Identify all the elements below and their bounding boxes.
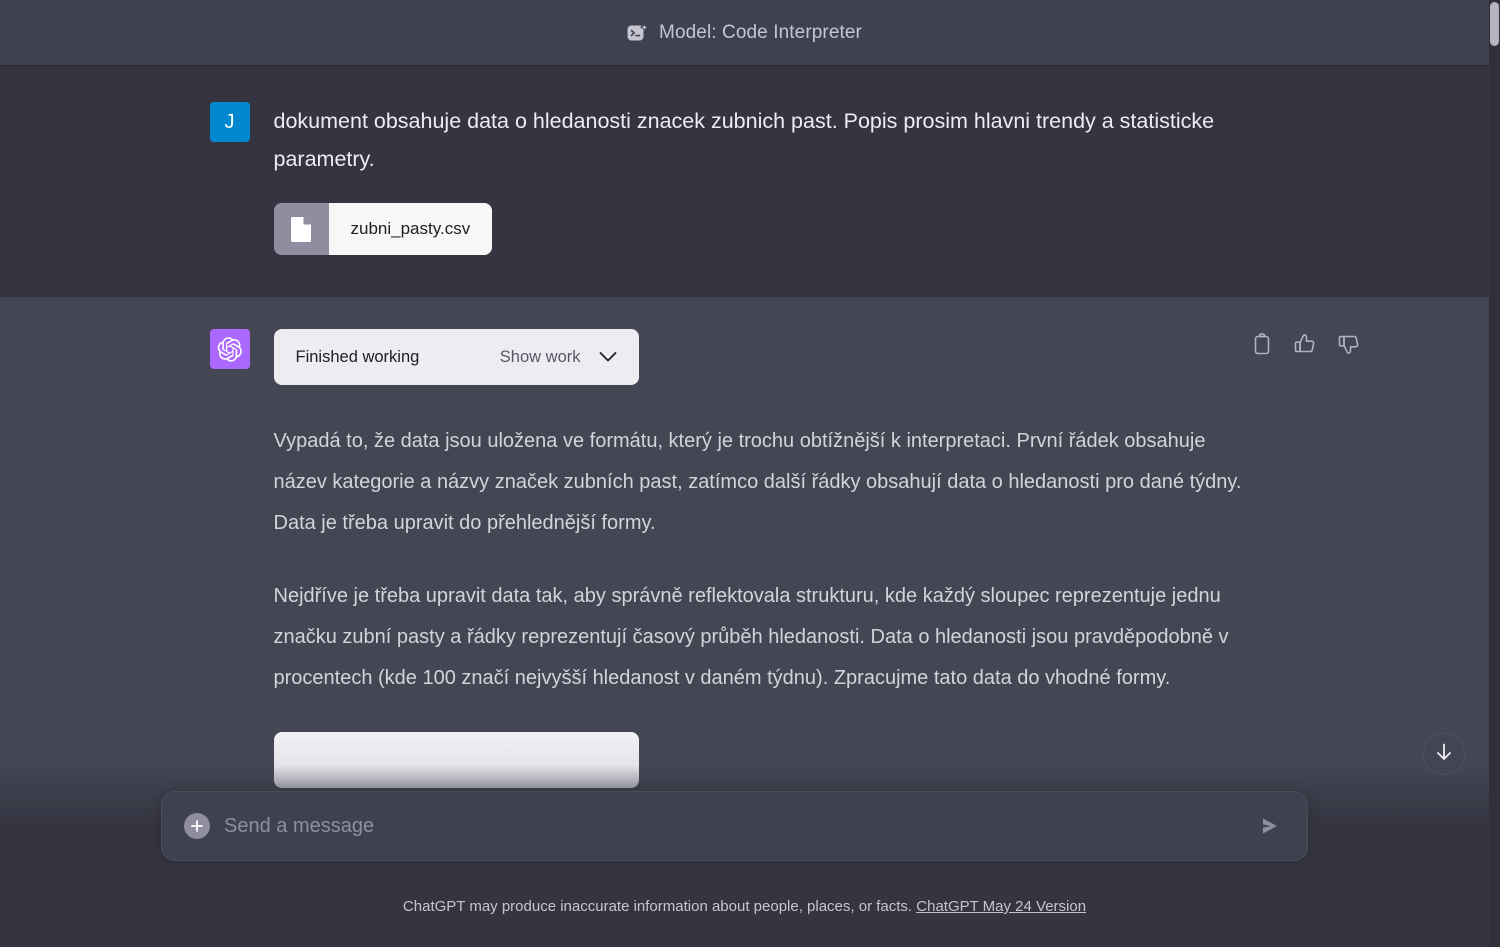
- user-message-row: J dokument obsahuje data o hledanosti zn…: [0, 66, 1489, 297]
- composer-zone: ChatGPT may produce inaccurate informati…: [0, 765, 1489, 947]
- composer[interactable]: [161, 791, 1308, 861]
- assistant-paragraph: Vypadá to, že data jsou uložena ve formá…: [273, 430, 1242, 534]
- show-work-label[interactable]: Show work: [500, 348, 581, 367]
- message-input[interactable]: [224, 814, 1255, 838]
- copy-icon[interactable]: [1252, 333, 1272, 355]
- arrow-down-icon: [1435, 742, 1453, 767]
- avatar: J: [209, 102, 250, 142]
- footer-disclaimer: ChatGPT may produce inaccurate informati…: [0, 898, 1489, 915]
- scrollbar-thumb[interactable]: [1490, 2, 1499, 46]
- thumbs-down-icon[interactable]: [1338, 333, 1360, 355]
- code-interpreter-sparkle-icon: [627, 22, 649, 43]
- tool-status-label: Finished working: [295, 347, 420, 366]
- chevron-down-icon[interactable]: [599, 351, 617, 363]
- model-label: Model: Code Interpreter: [659, 21, 862, 43]
- send-button[interactable]: [1255, 811, 1285, 841]
- assistant-message-row: Finished working Show work Vypadá to, že…: [0, 297, 1489, 828]
- plus-icon[interactable]: [184, 813, 210, 839]
- avatar: [209, 329, 250, 369]
- version-link[interactable]: ChatGPT May 24 Version: [916, 898, 1086, 915]
- thumbs-up-icon[interactable]: [1294, 333, 1316, 355]
- disclaimer-text: ChatGPT may produce inaccurate informati…: [402, 898, 913, 915]
- openai-logo-icon: [216, 336, 243, 363]
- tool-run-widget[interactable]: Finished working Show work: [273, 329, 639, 385]
- file-document-icon: [273, 203, 329, 255]
- user-message-text: dokument obsahuje data o hledanosti znac…: [273, 109, 1215, 171]
- model-bar: Model: Code Interpreter: [0, 0, 1489, 66]
- avatar-initial: J: [224, 111, 235, 133]
- scroll-to-bottom-button[interactable]: [1423, 733, 1465, 775]
- file-attachment-name: zubni_pasty.csv: [328, 203, 493, 255]
- vertical-scrollbar[interactable]: [1489, 0, 1500, 947]
- file-attachment-chip[interactable]: zubni_pasty.csv: [273, 203, 493, 255]
- message-actions: [1252, 333, 1360, 355]
- assistant-paragraph: Nejdříve je třeba upravit data tak, aby …: [273, 585, 1229, 689]
